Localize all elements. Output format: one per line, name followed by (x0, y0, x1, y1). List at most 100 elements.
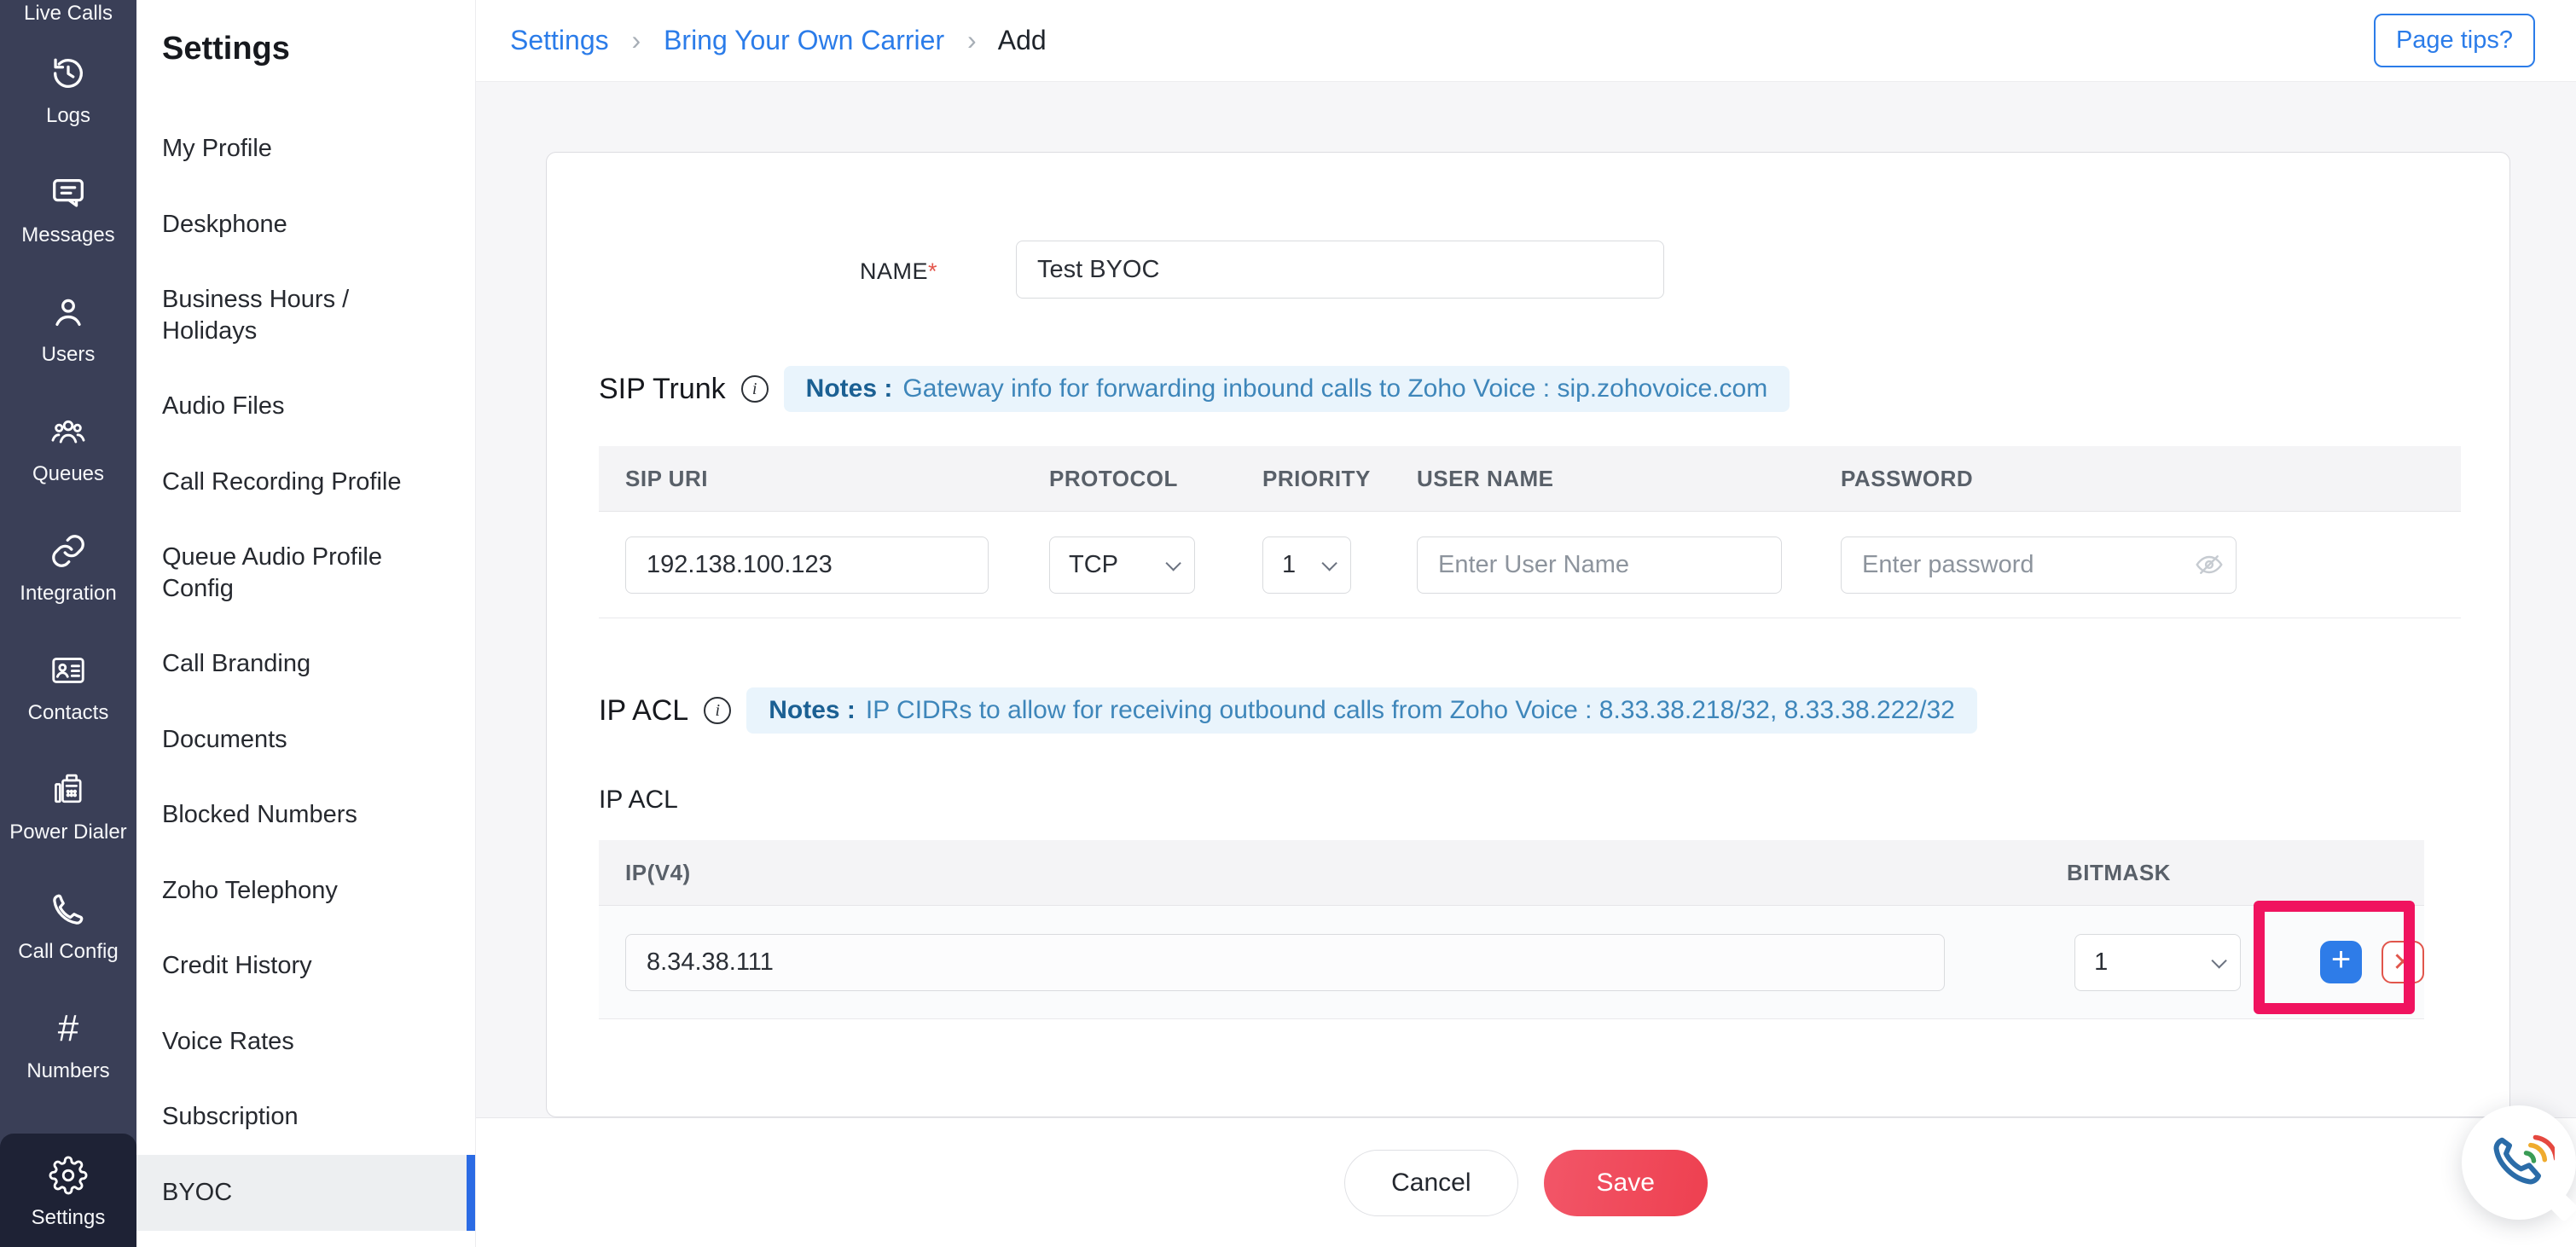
bitmask-select[interactable]: 1 (2074, 934, 2241, 991)
settings-gear-icon (49, 1156, 88, 1195)
breadcrumb: Settings › Bring Your Own Carrier › Add (510, 25, 1047, 56)
settings-menu-item[interactable]: Queue Audio Profile Config (136, 519, 475, 626)
primary-nav-label: Contacts (28, 701, 109, 725)
primary-nav-item[interactable]: Contacts (0, 628, 136, 747)
users-icon (49, 293, 88, 332)
primary-nav-item[interactable]: Messages (0, 150, 136, 270)
settings-menu-item[interactable]: Call Recording Profile (136, 444, 475, 520)
primary-nav-item[interactable]: # Numbers (0, 986, 136, 1105)
primary-nav-item[interactable]: Integration (0, 508, 136, 628)
primary-nav-item[interactable]: Logs (0, 31, 136, 150)
queues-icon (49, 412, 88, 451)
byoc-add-page: Live Calls Logs Messages Users Queues In… (0, 0, 2576, 1247)
settings-menu-item[interactable]: Instant Messaging (136, 1231, 475, 1247)
primary-nav-label: Power Dialer (9, 821, 126, 844)
close-x-icon: ✕ (2393, 948, 2414, 977)
primary-nav-label: Logs (46, 104, 90, 128)
info-icon[interactable]: i (704, 697, 731, 724)
zoho-voice-widget-button[interactable] (2462, 1105, 2576, 1220)
col-priority: PRIORITY (1262, 466, 1351, 492)
protocol-select[interactable]: TCP (1049, 536, 1195, 594)
primary-nav-label: Users (42, 343, 96, 367)
primary-nav-label: Messages (21, 223, 114, 247)
plus-icon: + (2331, 942, 2351, 977)
breadcrumb-settings-link[interactable]: Settings (510, 25, 609, 55)
sip-trunk-section-header: SIP Trunk i Notes : Gateway info for for… (599, 366, 1790, 412)
messages-icon (49, 173, 88, 212)
primary-nav-label: Live Calls (24, 2, 113, 26)
ip-acl-table-header: IP(V4) BITMASK (599, 840, 2424, 906)
breadcrumb-separator-icon: › (632, 25, 641, 55)
password-input[interactable] (1841, 536, 2237, 594)
primary-nav-item[interactable]: Live Calls (0, 0, 136, 31)
primary-nav-item[interactable]: Power Dialer (0, 747, 136, 867)
power-dialer-icon (49, 770, 88, 809)
numbers-hash-icon: # (49, 1009, 88, 1048)
breadcrumb-byoc-link[interactable]: Bring Your Own Carrier (664, 25, 944, 55)
settings-menu-item[interactable]: Blocked Numbers (136, 777, 475, 853)
remove-ip-row-button[interactable]: ✕ (2382, 941, 2424, 983)
col-password: PASSWORD (1841, 466, 2237, 492)
name-label: NAME* (547, 258, 937, 285)
col-bitmask: BITMASK (2067, 860, 2171, 886)
primary-nav-item[interactable]: Settings (0, 1134, 136, 1247)
ip-acl-title: IP ACL (599, 694, 688, 728)
settings-menu: My Profile Deskphone Business Hours / Ho… (136, 111, 475, 1247)
eye-off-icon[interactable] (2194, 549, 2225, 580)
name-input[interactable] (1016, 241, 1664, 299)
settings-sidebar-title: Settings (162, 31, 290, 67)
sip-uri-input[interactable] (625, 536, 989, 594)
settings-menu-item[interactable]: Call Branding (136, 626, 475, 702)
settings-menu-item[interactable]: Documents (136, 702, 475, 778)
breadcrumb-current: Add (998, 25, 1047, 55)
note-prefix: Notes : (769, 696, 856, 725)
byoc-form-card: NAME* SIP Trunk i Notes : Gateway info f… (546, 152, 2510, 1117)
chevron-down-icon (2211, 953, 2226, 968)
ip-address-input[interactable] (625, 934, 1945, 991)
settings-menu-item[interactable]: Business Hours / Holidays (136, 262, 475, 368)
settings-menu-item[interactable]: Voice Rates (136, 1004, 475, 1080)
integration-link-icon (49, 531, 88, 571)
settings-menu-item[interactable]: Zoho Telephony (136, 853, 475, 929)
sip-table-header: SIP URI PROTOCOL PRIORITY USER NAME PASS… (599, 446, 2461, 512)
ip-acl-table-row: 1 + ✕ (599, 906, 2424, 1019)
settings-menu-item[interactable]: My Profile (136, 111, 475, 187)
sip-table-row: TCP 1 (599, 512, 2461, 618)
settings-menu-item[interactable]: Subscription (136, 1079, 475, 1155)
settings-menu-item[interactable]: Audio Files (136, 368, 475, 444)
form-footer: Cancel Save (476, 1117, 2576, 1247)
ip-acl-section-header: IP ACL i Notes : IP CIDRs to allow for r… (599, 687, 1977, 734)
user-name-input[interactable] (1417, 536, 1782, 594)
primary-nav-item[interactable]: Users (0, 270, 136, 389)
col-ipv4: IP(V4) (625, 860, 2067, 886)
ip-acl-subtitle: IP ACL (599, 786, 678, 815)
voice-phone-logo-icon (2483, 1127, 2555, 1198)
priority-select[interactable]: 1 (1262, 536, 1351, 594)
ip-acl-note: Notes : IP CIDRs to allow for receiving … (746, 687, 1977, 734)
page-tips-button[interactable]: Page tips? (2374, 14, 2535, 67)
primary-nav-item[interactable]: Call Config (0, 867, 136, 986)
note-prefix: Notes : (806, 374, 893, 403)
topbar: Settings › Bring Your Own Carrier › Add … (476, 0, 2576, 82)
add-ip-row-button[interactable]: + (2320, 941, 2363, 983)
col-sip-uri: SIP URI (625, 466, 989, 492)
chevron-down-icon (1321, 555, 1337, 571)
settings-menu-item[interactable]: BYOC (136, 1155, 475, 1231)
breadcrumb-separator-icon: › (967, 25, 977, 55)
logs-history-icon (49, 54, 88, 93)
info-icon[interactable]: i (741, 375, 769, 403)
primary-nav-label: Settings (32, 1206, 106, 1230)
primary-nav-label: Queues (32, 462, 104, 486)
col-protocol: PROTOCOL (1049, 466, 1195, 492)
contacts-card-icon (49, 651, 88, 690)
cancel-button[interactable]: Cancel (1344, 1150, 1517, 1216)
settings-menu-item[interactable]: Credit History (136, 928, 475, 1004)
settings-sidebar: Settings My Profile Deskphone Business H… (136, 0, 476, 1247)
chevron-down-icon (1165, 555, 1181, 571)
save-button[interactable]: Save (1544, 1150, 1708, 1216)
settings-menu-item[interactable]: Deskphone (136, 187, 475, 263)
primary-nav-item[interactable]: Queues (0, 389, 136, 508)
sip-trunk-title: SIP Trunk (599, 373, 726, 406)
primary-nav-label: Call Config (18, 940, 118, 964)
sip-trunk-note: Notes : Gateway info for forwarding inbo… (784, 366, 1790, 412)
